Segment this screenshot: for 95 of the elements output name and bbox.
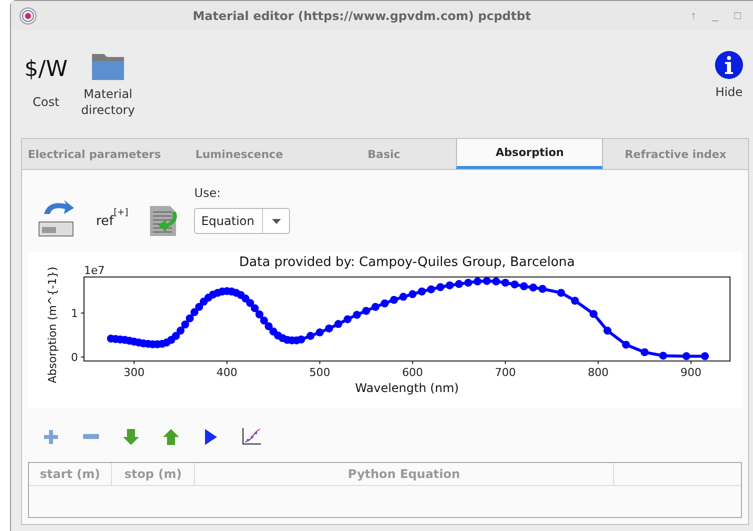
data-point <box>474 277 482 286</box>
data-point <box>306 332 314 340</box>
x-tick: 600 <box>402 360 424 379</box>
data-point <box>557 288 566 297</box>
data-point <box>255 310 264 318</box>
column-header[interactable]: start (m) <box>29 463 112 485</box>
data-point <box>246 298 254 307</box>
toolbar-button[interactable]: Material directory <box>77 50 139 118</box>
x-tick: 500 <box>309 360 330 379</box>
use-dropdown[interactable]: Equation <box>194 208 290 234</box>
data-point <box>501 278 510 287</box>
ref-button[interactable]: ref [+] <box>90 208 134 238</box>
x-tick: 700 <box>494 360 516 379</box>
data-point <box>603 326 612 335</box>
x-tick-label: 800 <box>588 366 609 379</box>
data-point <box>418 288 426 296</box>
info-icon <box>714 50 744 80</box>
tab[interactable]: Refractive index <box>603 139 748 169</box>
x-axis-label: Wavelength (nm) <box>355 381 459 395</box>
data-point <box>250 304 259 312</box>
plus-icon <box>43 429 59 445</box>
data-point <box>520 282 528 290</box>
window-title: Material editor (https://www.gpvdm.com) pcpdtbt <box>192 8 532 23</box>
data-point <box>380 299 389 308</box>
tab[interactable]: Electrical parameters <box>22 139 167 169</box>
window-control[interactable]: □ <box>730 10 745 22</box>
data-point <box>399 292 408 301</box>
data-point <box>454 280 463 288</box>
app-logo-icon <box>19 6 37 25</box>
data-point <box>344 315 352 324</box>
x-tick-label: 600 <box>402 366 424 379</box>
data-point <box>659 352 668 360</box>
data-point <box>186 314 194 322</box>
y-tick: 0 <box>71 351 84 364</box>
x-tick-label: 900 <box>680 366 702 379</box>
data-point <box>622 340 630 349</box>
x-tick-label: 700 <box>494 366 516 379</box>
use-label: Use: <box>194 186 222 200</box>
data-point <box>408 290 417 298</box>
x-tick-label: 400 <box>216 366 238 379</box>
x-tick-label: 300 <box>124 366 145 379</box>
window-control[interactable]: _ <box>708 10 722 22</box>
toolbar-button[interactable]: $/W Cost <box>15 50 77 110</box>
data-point <box>482 276 491 285</box>
tab[interactable]: Basic <box>312 139 456 169</box>
chart-title: Data provided by: Campoy-Quiles Group, Barcelona <box>239 255 575 270</box>
minus-icon <box>83 434 99 440</box>
tab[interactable]: Luminescence <box>166 139 312 169</box>
column-header[interactable]: Python Equation <box>195 463 614 485</box>
x-tick: 400 <box>216 360 238 379</box>
up-arrow-icon <box>162 428 180 446</box>
x-tick: 900 <box>680 360 702 379</box>
x-tick-label: 500 <box>309 366 330 379</box>
data-point <box>176 326 185 335</box>
y-tick-label: 0 <box>71 351 78 364</box>
data-point <box>195 302 204 311</box>
data-point <box>190 308 198 316</box>
data-point <box>297 335 306 344</box>
data-point <box>571 296 579 305</box>
data-point <box>172 332 180 340</box>
data-point <box>264 322 273 330</box>
data-point <box>325 324 334 332</box>
currency-per-watt-icon: $/W <box>24 50 68 90</box>
axis-scale-label: 1e7 <box>84 264 105 277</box>
y-axis-label: Absorption (m^{-1}) <box>46 266 59 384</box>
data-point <box>260 316 268 325</box>
play-icon <box>204 428 218 446</box>
data-point <box>529 284 538 292</box>
data-point <box>316 328 324 336</box>
data-point <box>640 348 649 356</box>
data-point <box>362 306 370 315</box>
data-point <box>510 280 519 288</box>
data-point <box>427 285 436 294</box>
data-point <box>371 302 380 311</box>
toolbar-button[interactable]: Hide <box>705 50 753 100</box>
x-tick: 300 <box>124 360 145 379</box>
window-control[interactable]: ↑ <box>686 10 700 22</box>
data-point <box>446 281 454 290</box>
data-point <box>352 310 361 319</box>
data-point <box>590 310 598 318</box>
y-tick: 1 <box>71 307 84 320</box>
graph-fit-icon <box>240 427 262 447</box>
data-point <box>464 278 472 287</box>
data-point <box>436 283 444 292</box>
x-tick: 800 <box>588 360 609 379</box>
down-arrow-icon <box>122 428 140 446</box>
column-header[interactable]: stop (m) <box>112 463 195 485</box>
import-drive-icon[interactable] <box>36 198 76 238</box>
caret-icon <box>272 218 281 224</box>
data-point <box>700 352 709 360</box>
data-point <box>492 277 500 286</box>
tab[interactable]: Absorption <box>456 139 604 169</box>
data-point <box>334 320 342 328</box>
y-tick-label: 1 <box>71 307 78 320</box>
data-point <box>682 352 690 360</box>
